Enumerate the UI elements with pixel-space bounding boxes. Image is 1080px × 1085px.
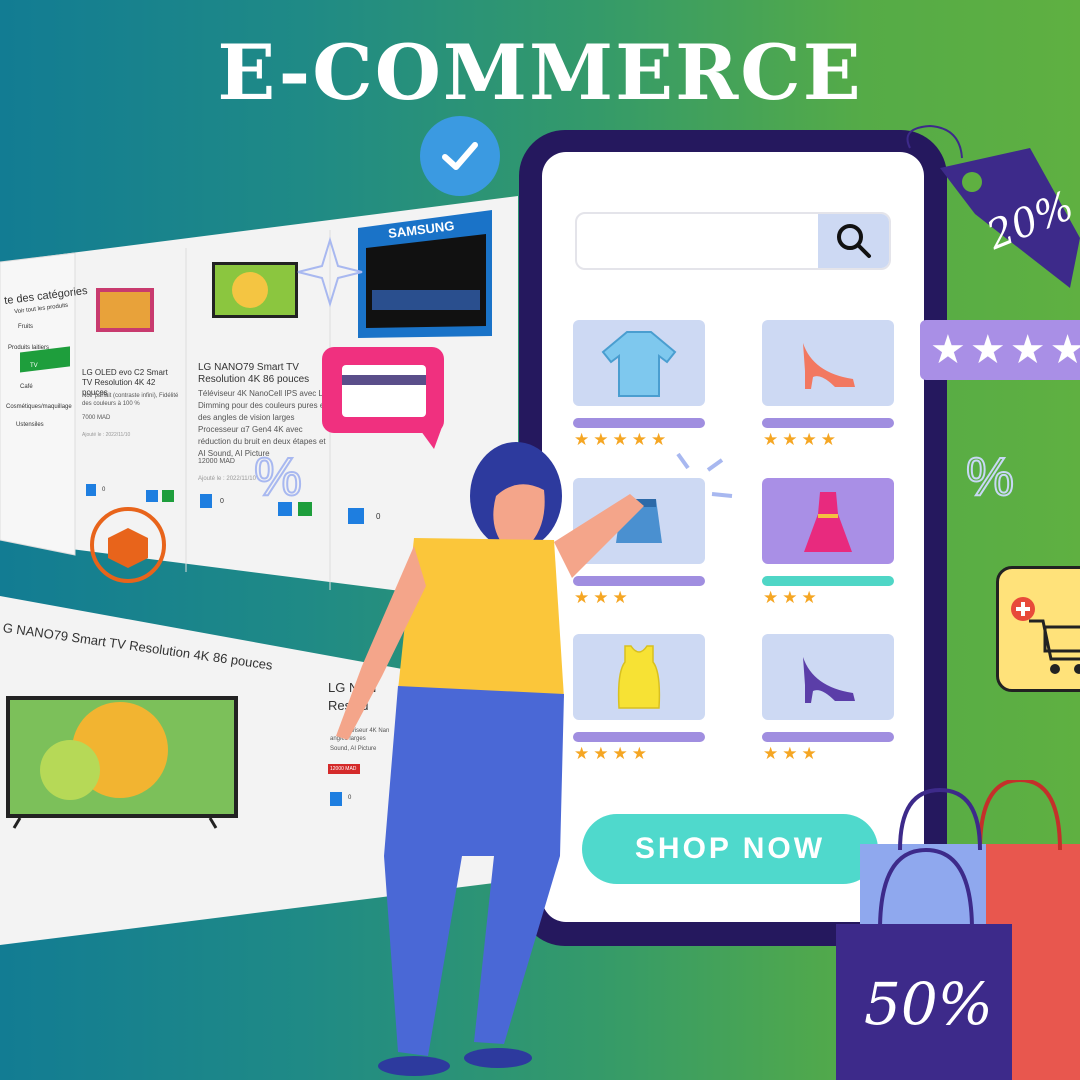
product-card-shirt[interactable] xyxy=(573,320,705,406)
search-button[interactable] xyxy=(818,214,889,268)
product-card-heel-purple[interactable] xyxy=(762,634,894,720)
percent-icon: % xyxy=(253,446,303,508)
dress-icon xyxy=(804,492,852,552)
tap-indicator xyxy=(676,450,736,505)
percent-icon: % xyxy=(965,446,1015,508)
price-tag: 20% xyxy=(900,118,1080,303)
cart-add-icon xyxy=(996,566,1080,692)
page-title: E-COMMERCE xyxy=(217,28,863,117)
shirt-icon xyxy=(601,331,677,397)
product-stars: ★★★ xyxy=(763,588,821,607)
product-bar xyxy=(762,732,894,742)
search-icon xyxy=(836,224,871,258)
product-bar xyxy=(573,418,705,428)
check-icon xyxy=(420,116,500,196)
product-stars: ★★★★ xyxy=(763,430,840,449)
high-heel-icon xyxy=(803,343,855,389)
shopper-person xyxy=(318,436,678,1085)
shopping-bags: 50% xyxy=(830,777,1080,1085)
rating-stars: ★★★★ xyxy=(920,320,1080,380)
product-stars: ★★★ xyxy=(763,744,821,763)
product-bar xyxy=(762,576,894,586)
bag-discount: 50% xyxy=(864,970,993,1038)
heel-icon xyxy=(803,657,855,703)
product-card-dress[interactable] xyxy=(762,478,894,564)
product-bar xyxy=(762,418,894,428)
product-card-heel[interactable] xyxy=(762,320,894,406)
